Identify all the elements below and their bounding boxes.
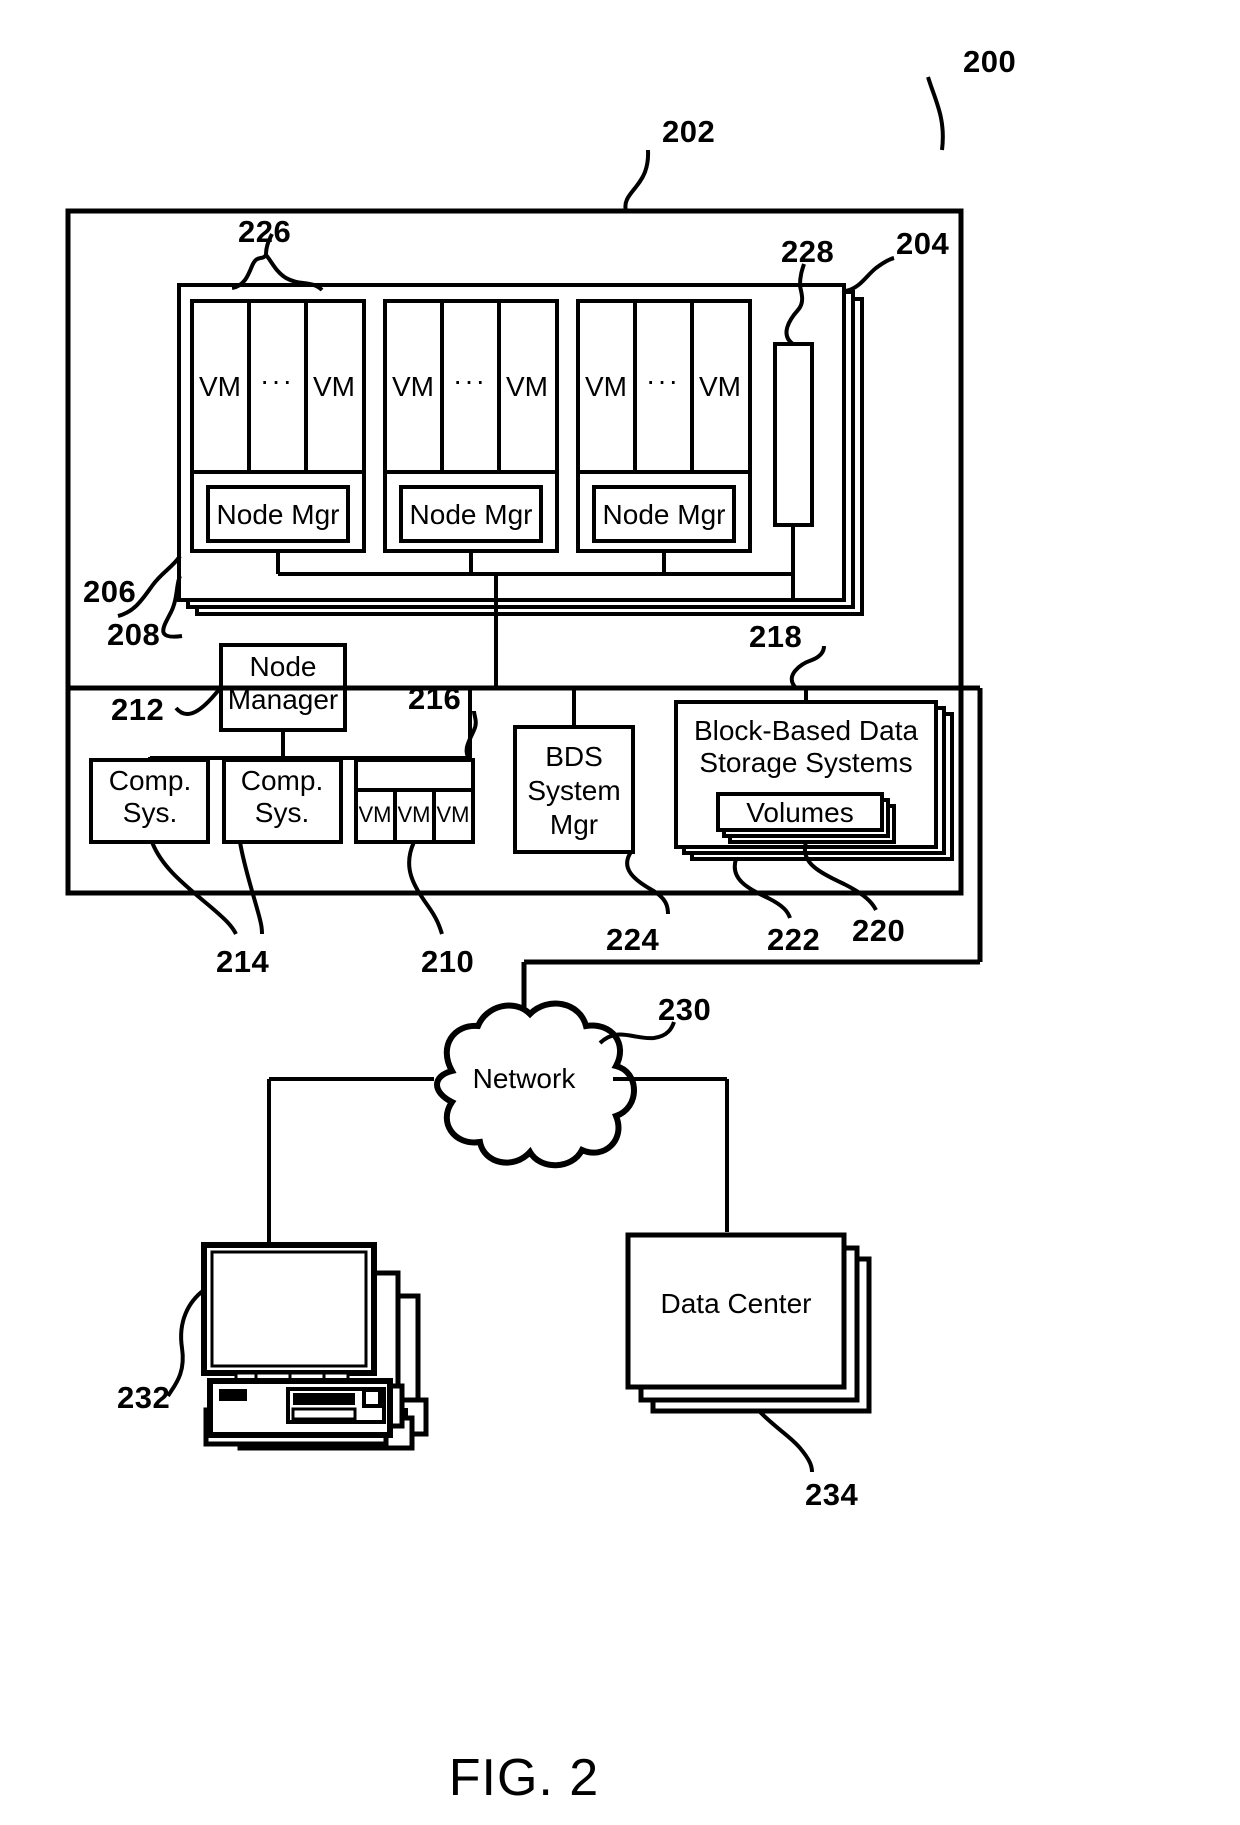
vm-host-box: VM VM VM [354, 758, 475, 844]
rack-1: VM ··· VM Node Mgr [190, 299, 366, 553]
leader-232 [166, 1288, 206, 1398]
leader-210 [407, 841, 444, 935]
ref-208: 208 [107, 617, 160, 652]
bds-line1: BDS [545, 741, 603, 772]
ref-210: 210 [421, 944, 474, 979]
data-center-main: Data Center [625, 1232, 847, 1390]
rack-1-vm-dots: ··· [260, 365, 294, 396]
ref-234: 234 [805, 1477, 858, 1512]
ref-226: 226 [238, 214, 291, 249]
ref-232: 232 [117, 1380, 170, 1415]
volumes-label: Volumes [746, 797, 853, 828]
comp-sys-2-line1: Comp. [241, 765, 323, 796]
block-storage-title-line1: Block-Based Data [694, 715, 919, 746]
volumes-main: Volumes [716, 792, 884, 832]
ref-206: 206 [83, 574, 136, 609]
ref-216: 216 [408, 681, 461, 716]
rack-2-vm-dots: ··· [453, 365, 487, 396]
ref-224: 224 [606, 922, 659, 957]
rack-1-vm-right: VM [313, 371, 355, 402]
network-label: Network [473, 1063, 577, 1094]
node-manager-label-line1: Node [250, 651, 317, 682]
rack-2-vm-left: VM [392, 371, 434, 402]
ref-228: 228 [781, 234, 834, 269]
leader-222 [732, 858, 792, 919]
rack-2-vm-right: VM [506, 371, 548, 402]
figure-caption: FIG. 2 [449, 1749, 599, 1807]
ref-214: 214 [216, 944, 269, 979]
rack-3-vm-right: VM [699, 371, 741, 402]
figure-canvas: VM ··· VM Node Mgr VM ··· VM Node Mgr VM… [0, 0, 1240, 1825]
leader-212 [174, 686, 223, 716]
data-center-label: Data Center [661, 1288, 812, 1319]
client-computer-stack [201, 1242, 429, 1451]
ref-220: 220 [852, 913, 905, 948]
patent-figure-2: VM ··· VM Node Mgr VM ··· VM Node Mgr VM… [65, 44, 1016, 1807]
comp-sys-1-line2: Sys. [123, 797, 177, 828]
leader-214-a [150, 841, 238, 935]
vm-host-vm-3: VM [437, 802, 470, 827]
rack-1-node-mgr-label: Node Mgr [217, 499, 340, 530]
rack-3-node-mgr-label: Node Mgr [603, 499, 726, 530]
ref-200: 200 [963, 44, 1016, 79]
rack-3: VM ··· VM Node Mgr [576, 299, 752, 553]
ref-204: 204 [896, 226, 949, 261]
ref-230: 230 [658, 992, 711, 1027]
vm-host-vm-2: VM [398, 802, 431, 827]
leader-208 [161, 575, 183, 639]
rack-2-node-mgr-label: Node Mgr [410, 499, 533, 530]
bds-line3: Mgr [550, 809, 598, 840]
client-computer-front [201, 1242, 393, 1438]
ref-218: 218 [749, 619, 802, 654]
comp-sys-2-line2: Sys. [255, 797, 309, 828]
bds-line2: System [527, 775, 620, 806]
leader-234 [758, 1410, 814, 1473]
ref-222: 222 [767, 922, 820, 957]
network-cloud: Network [434, 1000, 637, 1169]
leader-224 [625, 850, 670, 915]
rack-3-vm-left: VM [585, 371, 627, 402]
switch-box-228 [773, 342, 814, 527]
ref-212: 212 [111, 692, 164, 727]
rack-1-vm-left: VM [199, 371, 241, 402]
ref-202: 202 [662, 114, 715, 149]
block-storage-title-line2: Storage Systems [699, 747, 912, 778]
comp-sys-1-line1: Comp. [109, 765, 191, 796]
leader-200 [926, 76, 945, 151]
rack-3-vm-dots: ··· [646, 365, 680, 396]
vm-host-vm-1: VM [359, 802, 392, 827]
leader-214-b [238, 841, 264, 935]
leader-204 [845, 256, 895, 293]
rack-2: VM ··· VM Node Mgr [383, 299, 559, 553]
leader-202 [623, 149, 651, 212]
